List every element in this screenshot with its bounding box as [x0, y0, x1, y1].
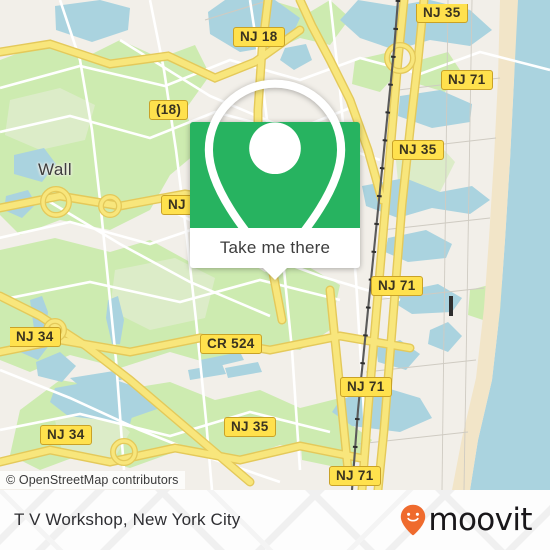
moovit-wordmark: moovit — [428, 501, 532, 538]
map-pin-icon — [204, 79, 346, 270]
map-canvas[interactable]: Wall NJ 18NJ 35NJ 71(18)NJ 35NJ 138NJ 71… — [0, 0, 550, 490]
road-shield: (18) — [149, 100, 189, 120]
popup-header — [190, 79, 360, 270]
popup-pointer-tail — [262, 267, 288, 280]
road-shield: NJ 34 — [40, 425, 92, 445]
map-bridge-mark — [449, 296, 453, 316]
road-shield-label: NJ 71 — [336, 468, 374, 483]
road-shield: NJ 35 — [392, 140, 444, 160]
road-shield: NJ 35 — [416, 4, 468, 23]
road-shield-label: (18) — [156, 102, 182, 117]
moovit-brand: moovit — [400, 501, 533, 538]
place-label-text: Wall — [38, 160, 73, 179]
road-shield: NJ 71 — [441, 70, 493, 90]
road-shield: NJ 35 — [224, 417, 276, 437]
road-shield-label: NJ 34 — [47, 427, 85, 442]
road-shield-label: NJ 35 — [423, 5, 461, 20]
location-popup[interactable]: Take me there — [190, 79, 360, 280]
page-title: T V Workshop, New York City — [14, 510, 241, 529]
road-shield-label: NJ 34 — [16, 329, 54, 344]
road-shield-label: NJ 35 — [399, 142, 437, 157]
road-shield-label: NJ 71 — [378, 278, 416, 293]
road-shield: NJ 71 — [329, 466, 381, 486]
road-shield-label: NJ 35 — [231, 419, 269, 434]
road-shield-label: NJ 71 — [448, 72, 486, 87]
moovit-smiley-pin-icon — [401, 504, 426, 536]
moovit-map-screenshot: Wall NJ 18NJ 35NJ 71(18)NJ 35NJ 138NJ 71… — [0, 0, 550, 550]
map-place-label-wall: Wall — [38, 160, 72, 180]
road-shield: NJ 34 — [10, 327, 61, 347]
footer-bar: T V Workshop, New York City moovit — [0, 490, 550, 550]
take-me-there-label: Take me there — [219, 238, 331, 257]
road-shield: NJ 71 — [371, 276, 423, 296]
